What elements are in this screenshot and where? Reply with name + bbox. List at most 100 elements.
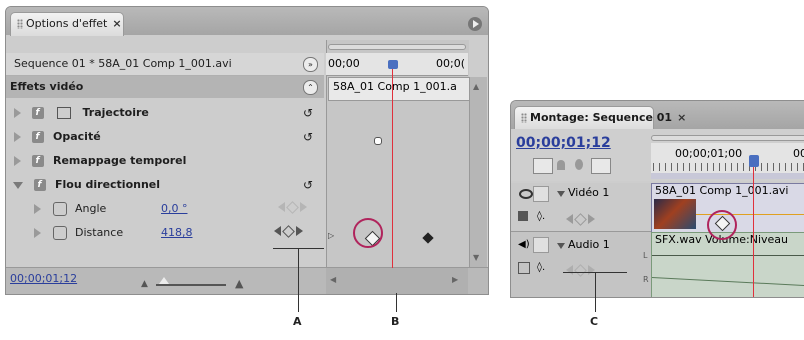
keyframe-options-icon[interactable]: ◊.	[537, 211, 545, 222]
close-icon[interactable]: ×	[112, 17, 121, 30]
add-keyframe-icon[interactable]	[286, 201, 299, 214]
next-keyframe-icon[interactable]	[588, 265, 595, 275]
param-label: Angle	[75, 202, 107, 215]
add-keyframe-icon[interactable]	[282, 225, 295, 238]
add-keyframe-icon[interactable]	[574, 213, 587, 226]
effect-label: Trajectoire	[82, 106, 149, 119]
video-track-label: Vidéo 1	[568, 186, 610, 199]
volume-rubberband[interactable]	[652, 255, 804, 256]
add-keyframe-icon[interactable]	[574, 264, 587, 277]
footer-timecode[interactable]: 00;00;01;12	[10, 272, 77, 285]
stopwatch-icon[interactable]	[52, 226, 67, 240]
opacity-keyframe[interactable]	[374, 137, 382, 145]
param-value[interactable]: 418,8	[161, 222, 193, 244]
playhead-handle[interactable]	[749, 155, 759, 167]
effect-label: Opacité	[53, 130, 101, 143]
track-output-icon[interactable]	[591, 158, 611, 174]
speaker-icon[interactable]: ◀)	[518, 239, 530, 250]
ruler-label-2: 00	[793, 147, 804, 160]
expand-arrow-icon[interactable]	[14, 132, 21, 142]
scroll-up-arrow[interactable]: ▲	[473, 82, 479, 91]
video-clip-label: 58A_01 Comp 1_001.avi	[655, 184, 789, 197]
audio-collapse-arrow-icon[interactable]	[557, 243, 565, 249]
callout-line-b	[396, 293, 397, 312]
horizontal-scrollbar[interactable]	[326, 268, 468, 294]
reset-icon[interactable]: ↺	[303, 102, 313, 124]
vertical-scrollbar[interactable]	[469, 77, 487, 267]
clip-thumbnail	[654, 199, 696, 229]
ruler-top-bar	[651, 135, 804, 141]
scroll-left-arrow[interactable]: ◀	[330, 275, 336, 284]
next-keyframe-icon[interactable]	[296, 226, 303, 236]
clip-label: 58A_01 Comp 1_001.a	[333, 80, 457, 93]
lock-toggle[interactable]	[533, 237, 549, 253]
scroll-down-arrow[interactable]: ▼	[473, 253, 479, 262]
video-collapse-arrow-icon[interactable]	[557, 191, 565, 197]
audio-clip[interactable]: SFX.wav Volume:Niveau	[651, 232, 804, 297]
drop-icon[interactable]	[575, 159, 583, 170]
keyframe-start-marker: ▷	[328, 231, 335, 240]
keyframe-options-icon[interactable]: ◊.	[537, 262, 545, 273]
param-row-distance: Distance 418,8	[6, 222, 324, 244]
playhead-handle[interactable]	[388, 60, 398, 69]
zoom-out-icon[interactable]: ▲	[141, 279, 148, 289]
effect-row-flou[interactable]: f Flou directionnel ↺	[6, 174, 324, 196]
collapse-icon[interactable]: ⌃	[303, 80, 318, 95]
tab-montage[interactable]: Montage: Sequence 01 ×	[514, 106, 686, 130]
prev-keyframe-icon[interactable]	[566, 214, 573, 224]
fx-icon[interactable]: f	[33, 179, 46, 191]
eye-icon[interactable]	[519, 189, 533, 199]
expand-arrow-icon[interactable]	[34, 228, 41, 238]
grip-icon	[521, 113, 527, 123]
audio-clip-name: SFX.wav	[655, 233, 702, 246]
effect-row-trajectoire[interactable]: f Trajectoire ↺	[6, 102, 324, 124]
prev-keyframe-icon[interactable]	[278, 202, 285, 212]
expand-arrow-icon[interactable]	[14, 108, 21, 118]
next-keyframe-icon[interactable]	[588, 214, 595, 224]
effect-row-remappage[interactable]: f Remappage temporel	[6, 150, 324, 172]
panel-menu-arrow-icon	[473, 20, 479, 28]
collapse-arrow-icon[interactable]	[13, 181, 23, 189]
display-style-icon[interactable]	[518, 262, 530, 274]
close-icon[interactable]: ×	[677, 111, 686, 124]
callout-label-a: A	[293, 315, 302, 328]
timecode-display[interactable]: 00;00;01;12	[516, 135, 611, 151]
show-timeline-icon[interactable]: »	[303, 57, 318, 72]
reset-icon[interactable]: ↺	[303, 126, 313, 148]
zoom-in-icon[interactable]: ▲	[235, 277, 243, 290]
footer-left: 00;00;01;12	[10, 272, 77, 285]
work-area-bar	[651, 173, 804, 179]
display-style-icon[interactable]	[518, 211, 528, 221]
effect-label: Remappage temporel	[53, 154, 187, 167]
keyframe-navigator[interactable]	[274, 222, 303, 244]
expand-arrow-icon[interactable]	[14, 156, 21, 166]
snap-icon[interactable]	[533, 158, 553, 174]
callout-line-a	[298, 248, 299, 312]
playhead-line[interactable]	[753, 167, 754, 297]
prev-keyframe-icon[interactable]	[566, 265, 573, 275]
tab-effect-options[interactable]: Options d'effet ×	[10, 12, 124, 36]
ruler-label: 00;00;01;00	[675, 147, 743, 160]
zoom-slider[interactable]	[156, 284, 226, 286]
reset-icon[interactable]: ↺	[303, 174, 313, 196]
param-value[interactable]: 0,0 °	[161, 198, 188, 220]
expand-arrow-icon[interactable]	[34, 204, 41, 214]
keyframe-navigator[interactable]	[566, 209, 595, 228]
keyframe-navigator[interactable]	[566, 260, 595, 279]
stopwatch-icon[interactable]	[52, 202, 67, 216]
fx-icon[interactable]: f	[31, 155, 44, 167]
effect-row-opacite[interactable]: f Opacité ↺	[6, 126, 324, 148]
keyframe-navigator[interactable]	[278, 198, 307, 220]
callout-circle	[707, 210, 737, 240]
fx-icon[interactable]: f	[31, 131, 44, 143]
fx-icon[interactable]: f	[31, 107, 44, 119]
ruler-ticks	[653, 163, 804, 171]
section-header-video-effects: Effets vidéo ⌃	[6, 76, 324, 98]
zoom-slider-thumb[interactable]	[159, 277, 169, 284]
playhead-line[interactable]	[392, 69, 393, 294]
prev-keyframe-icon[interactable]	[274, 226, 281, 236]
scroll-right-arrow[interactable]: ▶	[452, 275, 458, 284]
marker-icon[interactable]	[557, 160, 565, 170]
next-keyframe-icon[interactable]	[300, 202, 307, 212]
lock-toggle[interactable]	[533, 186, 549, 202]
